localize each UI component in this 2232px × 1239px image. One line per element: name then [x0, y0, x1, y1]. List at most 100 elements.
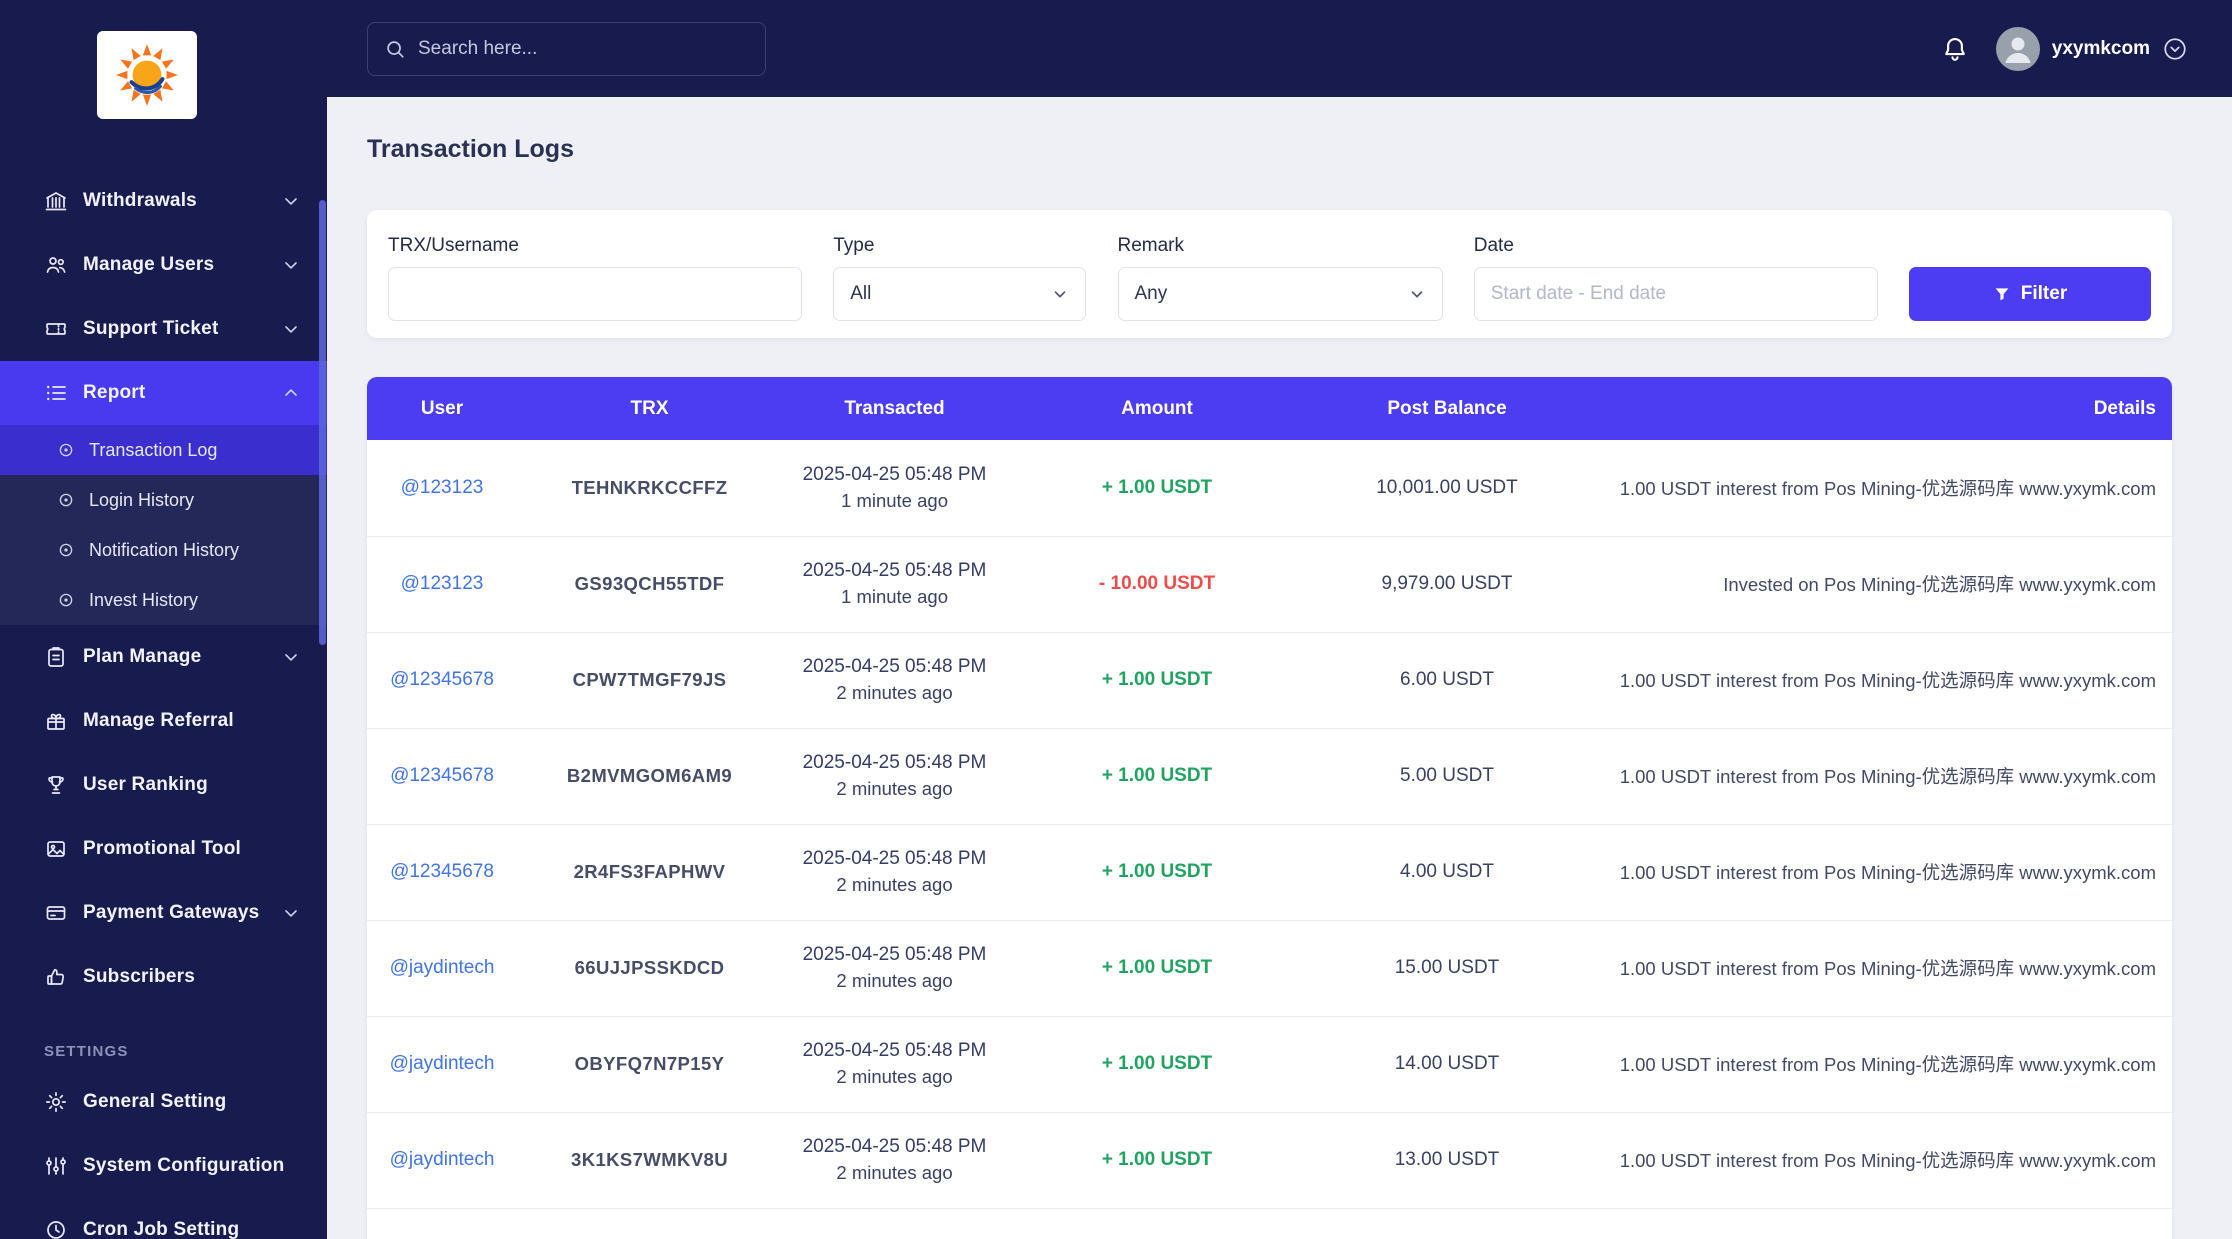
transacted-ago: 2 minutes ago: [836, 1066, 953, 1088]
report-submenu: Transaction Log Login History Notificati…: [0, 425, 327, 625]
sidebar-item-report[interactable]: Report: [0, 361, 327, 425]
header-amount: Amount: [1007, 377, 1307, 440]
trx-code: 3K1KS7WMKV8U: [517, 1112, 782, 1209]
sidebar-item-user-ranking[interactable]: User Ranking: [0, 753, 327, 817]
chevron-down-icon: [281, 191, 301, 211]
amount-value: + 1.00 USDT: [1101, 1149, 1213, 1170]
amount-value: + 1.00 USDT: [1101, 957, 1213, 978]
transactions-table-card: User TRX Transacted Amount Post Balance …: [367, 377, 2172, 1239]
image-icon: [44, 837, 68, 861]
type-label: Type: [833, 235, 875, 256]
trx-code: B2MVMGOM6AM9: [517, 728, 782, 825]
remark-label: Remark: [1117, 235, 1185, 256]
transactions-tbody: @123123 TEHNKRKCCFFZ 2025-04-25 05:48 PM…: [367, 440, 2172, 1209]
user-link[interactable]: @123123: [401, 477, 484, 498]
sidebar-item-support-ticket[interactable]: Support Ticket: [0, 297, 327, 361]
sidebar-item-manage-users[interactable]: Manage Users: [0, 233, 327, 297]
trx-username-input[interactable]: [388, 267, 802, 321]
search-box[interactable]: [367, 21, 766, 76]
date-label: Date: [1473, 235, 1514, 256]
sidebar-subitem-label: Invest History: [89, 589, 199, 610]
sidebar-item-promotional-tool[interactable]: Promotional Tool: [0, 817, 327, 881]
table-row: @12345678 B2MVMGOM6AM9 2025-04-25 05:48 …: [367, 728, 2172, 825]
user-menu[interactable]: yxymkcom: [1995, 26, 2188, 71]
remark-select-value: Any: [1134, 283, 1168, 304]
post-balance: 13.00 USDT: [1307, 1112, 1587, 1209]
trx-code: 2R4FS3FAPHWV: [517, 824, 782, 921]
circle-dot-icon: [57, 491, 75, 509]
thumbs-up-icon: [44, 965, 68, 989]
sidebar-item-subscribers[interactable]: Subscribers: [0, 945, 327, 1009]
header-transacted: Transacted: [782, 377, 1007, 440]
filter-button[interactable]: Filter: [1909, 267, 2151, 321]
sidebar-subitem-invest-history[interactable]: Invest History: [0, 575, 327, 625]
chevron-down-icon: [281, 903, 301, 923]
search-input[interactable]: [418, 37, 749, 60]
app-logo[interactable]: [97, 31, 197, 119]
bell-icon[interactable]: [1940, 34, 1970, 64]
user-link[interactable]: @jaydintech: [390, 1053, 495, 1074]
post-balance: 5.00 USDT: [1307, 728, 1587, 825]
sidebar-subitem-transaction-log[interactable]: Transaction Log: [0, 425, 327, 475]
clock-icon: [44, 1218, 68, 1239]
chevron-down-icon: [281, 319, 301, 339]
topbar: yxymkcom: [327, 0, 2232, 97]
sidebar-item-label: Promotional Tool: [83, 838, 242, 859]
details-text: 1.00 USDT interest from Pos Mining-优选源码库…: [1587, 728, 2172, 825]
table-row: @12345678 2R4FS3FAPHWV 2025-04-25 05:48 …: [367, 824, 2172, 921]
page-content: Transaction Logs TRX/Username Type All R…: [327, 97, 2232, 1239]
sidebar-nav: Withdrawals Manage Users Support Ticket: [0, 169, 327, 1239]
details-text: 1.00 USDT interest from Pos Mining-优选源码库…: [1587, 824, 2172, 921]
sidebar-scrollbar-thumb[interactable]: [319, 200, 326, 645]
transacted-ago: 2 minutes ago: [836, 682, 953, 704]
sidebar-item-cron-job-setting[interactable]: Cron Job Setting: [0, 1198, 327, 1239]
post-balance: 9,979.00 USDT: [1307, 536, 1587, 633]
transacted-cell: 2025-04-25 05:48 PM 2 minutes ago: [782, 728, 1007, 825]
sidebar-subitem-notification-history[interactable]: Notification History: [0, 525, 327, 575]
sidebar-item-label: Report: [83, 382, 146, 403]
amount-value: + 1.00 USDT: [1101, 765, 1213, 786]
chevron-up-icon: [281, 383, 301, 403]
filter-card: TRX/Username Type All Remark Any Date St…: [367, 210, 2172, 338]
sidebar-item-label: Withdrawals: [83, 190, 197, 211]
sidebar-item-label: Manage Referral: [83, 710, 234, 731]
transacted-ago: 1 minute ago: [841, 490, 948, 512]
user-link[interactable]: @123123: [401, 573, 484, 594]
sidebar-item-label: Payment Gateways: [83, 902, 260, 923]
sidebar-item-plan-manage[interactable]: Plan Manage: [0, 625, 327, 689]
date-range-input[interactable]: [1473, 267, 1878, 321]
sliders-icon: [44, 1154, 68, 1178]
user-link[interactable]: @12345678: [390, 765, 494, 786]
user-link[interactable]: @12345678: [390, 669, 494, 690]
transacted-date: 2025-04-25 05:48 PM: [802, 655, 987, 677]
sidebar-item-general-setting[interactable]: General Setting: [0, 1070, 327, 1134]
page-title: Transaction Logs: [367, 135, 574, 163]
sidebar-item-label: User Ranking: [83, 774, 208, 795]
filter-button-label: Filter: [2020, 283, 2068, 304]
remark-select[interactable]: Any: [1117, 267, 1443, 321]
post-balance: 10,001.00 USDT: [1307, 440, 1587, 537]
sidebar-item-label: Subscribers: [83, 966, 196, 987]
clipboard-icon: [44, 645, 68, 669]
trx-code: CPW7TMGF79JS: [517, 632, 782, 729]
user-link[interactable]: @12345678: [390, 861, 494, 882]
sidebar-item-payment-gateways[interactable]: Payment Gateways: [0, 881, 327, 945]
transacted-date: 2025-04-25 05:48 PM: [802, 1135, 987, 1157]
type-select[interactable]: All: [833, 267, 1087, 321]
trx-code: TEHNKRKCCFFZ: [517, 440, 782, 537]
sidebar-subitem-login-history[interactable]: Login History: [0, 475, 327, 525]
transacted-cell: 2025-04-25 05:48 PM 2 minutes ago: [782, 920, 1007, 1017]
sidebar-subitem-label: Transaction Log: [89, 439, 218, 460]
user-link[interactable]: @jaydintech: [390, 1149, 495, 1170]
sidebar-subitem-label: Login History: [89, 489, 195, 510]
details-text: 1.00 USDT interest from Pos Mining-优选源码库…: [1587, 1016, 2172, 1113]
topbar-right: yxymkcom: [1940, 26, 2188, 71]
header-details: Details: [1587, 377, 2172, 440]
sidebar-item-system-configuration[interactable]: System Configuration: [0, 1134, 327, 1198]
type-select-value: All: [850, 283, 872, 304]
sidebar-item-withdrawals[interactable]: Withdrawals: [0, 169, 327, 233]
referral-icon: [44, 709, 68, 733]
user-link[interactable]: @jaydintech: [390, 957, 495, 978]
trx-code: OBYFQ7N7P15Y: [517, 1016, 782, 1113]
sidebar-item-manage-referral[interactable]: Manage Referral: [0, 689, 327, 753]
